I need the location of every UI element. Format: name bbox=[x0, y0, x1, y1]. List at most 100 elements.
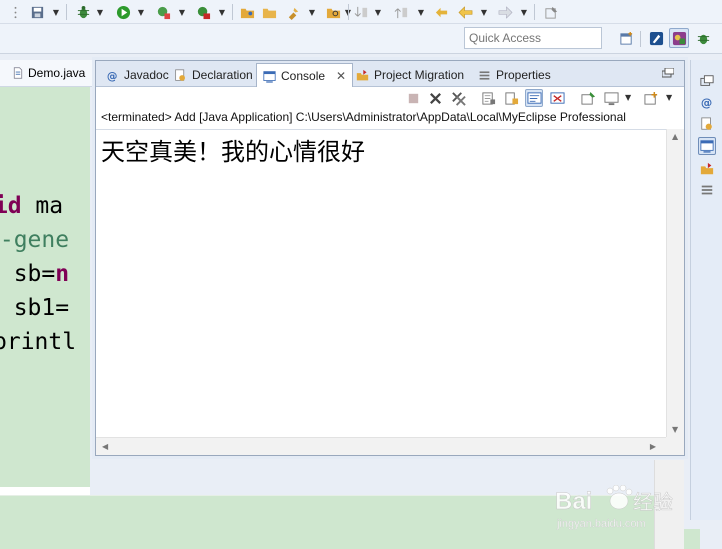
toolbar-separator bbox=[534, 4, 535, 20]
tab-declaration[interactable]: Declaration bbox=[168, 63, 259, 87]
console-toolbar: ▼ ▼ bbox=[96, 87, 684, 109]
tab-label: Properties bbox=[496, 68, 551, 82]
watermark-brand: Bai bbox=[555, 488, 592, 515]
code-line: oid ma bbox=[0, 189, 70, 223]
code-editor[interactable]: oid ma o-gene r sb=n r sb1= printl bbox=[0, 87, 90, 487]
debug-bug-icon[interactable] bbox=[74, 3, 92, 21]
prev-annotation-dropdown-icon[interactable]: ▼ bbox=[417, 6, 425, 18]
debug-perspective-icon[interactable] bbox=[693, 28, 713, 48]
close-tab-icon[interactable]: ✕ bbox=[336, 69, 346, 83]
console-output-text: 天空真美！我的心情很好 bbox=[101, 138, 365, 166]
back-dropdown-icon[interactable]: ▼ bbox=[480, 6, 488, 18]
code-line: printl bbox=[0, 325, 83, 359]
search-folder-icon[interactable] bbox=[324, 3, 342, 21]
scroll-left-icon[interactable]: ◀ bbox=[102, 442, 108, 451]
watermark-brand-cn: 经验 bbox=[633, 490, 673, 514]
view-tab-bar: @ Javadoc Declaration Console ✕ Project … bbox=[96, 61, 684, 88]
migration-icon bbox=[356, 69, 369, 80]
terminate-icon[interactable] bbox=[404, 89, 422, 107]
back-icon[interactable] bbox=[456, 3, 474, 21]
word-wrap-icon[interactable] bbox=[525, 89, 543, 107]
show-on-output-icon[interactable] bbox=[548, 89, 566, 107]
console-icon bbox=[263, 70, 276, 83]
console-vertical-scrollbar[interactable]: ▲ ▼ bbox=[666, 129, 684, 437]
quick-access-bar bbox=[0, 24, 722, 54]
console-output-area[interactable]: 天空真美！我的心情很好 bbox=[96, 129, 666, 437]
console-icon[interactable] bbox=[698, 137, 716, 155]
console-horizontal-scrollbar[interactable]: ◀ ▶ bbox=[96, 437, 666, 455]
scrollbar-corner bbox=[666, 437, 684, 455]
code-line: r sb=n bbox=[0, 257, 76, 291]
java-perspective-icon[interactable] bbox=[669, 28, 689, 48]
code-comment: o-gene bbox=[0, 227, 70, 253]
restore-view-icon[interactable] bbox=[698, 72, 716, 90]
editor-tab-demo-java[interactable]: Demo.java bbox=[0, 60, 92, 87]
tab-label: Javadoc bbox=[124, 68, 169, 82]
save-dropdown-icon[interactable]: ▼ bbox=[52, 6, 60, 18]
save-as-icon[interactable] bbox=[28, 3, 46, 21]
scroll-right-icon[interactable]: ▶ bbox=[650, 442, 656, 451]
coverage-dropdown-icon[interactable]: ▼ bbox=[178, 6, 186, 18]
right-trim-bar: @ bbox=[690, 60, 722, 520]
forward-icon[interactable] bbox=[496, 3, 514, 21]
forward-dropdown-icon[interactable]: ▼ bbox=[520, 6, 528, 18]
prev-annotation-icon[interactable] bbox=[392, 3, 410, 21]
toolbar-separator bbox=[348, 4, 349, 20]
remove-all-terminated-icon[interactable] bbox=[449, 89, 467, 107]
debug-dropdown-icon[interactable]: ▼ bbox=[96, 6, 104, 18]
grip-icon bbox=[6, 3, 24, 21]
baidu-jingyan-watermark: Bai 经验 jingyan.baidu.com bbox=[555, 485, 673, 530]
pin-console-icon[interactable] bbox=[579, 89, 597, 107]
code-text: r sb1= bbox=[0, 295, 70, 321]
run-icon[interactable] bbox=[114, 3, 132, 21]
minimize-view-icon[interactable] bbox=[662, 68, 674, 78]
clear-console-icon[interactable] bbox=[479, 89, 497, 107]
open-console-icon[interactable] bbox=[642, 89, 660, 107]
svg-text:@: @ bbox=[107, 70, 118, 81]
watermark-url: jingyan.baidu.com bbox=[556, 518, 646, 530]
run-dropdown-icon[interactable]: ▼ bbox=[137, 6, 145, 18]
code-text: r sb= bbox=[0, 261, 56, 287]
open-type-icon[interactable] bbox=[238, 3, 256, 21]
external-tools-dropdown-icon[interactable]: ▼ bbox=[218, 6, 226, 18]
last-edit-icon[interactable] bbox=[432, 3, 450, 21]
tab-javadoc[interactable]: @ Javadoc bbox=[100, 63, 175, 87]
main-toolbar: ▼ ▼ ▼ ▼ ▼ ▼ ▼ ▼ ▼ ▼ ▼ bbox=[0, 0, 722, 24]
javadoc-icon[interactable]: @ bbox=[698, 93, 716, 111]
tab-console[interactable]: Console ✕ bbox=[256, 63, 354, 88]
toolbar-separator bbox=[66, 4, 67, 20]
declaration-icon[interactable] bbox=[698, 115, 716, 133]
scroll-down-icon[interactable]: ▼ bbox=[672, 425, 678, 434]
remove-launch-icon[interactable] bbox=[426, 89, 444, 107]
open-console-dropdown-icon[interactable]: ▼ bbox=[666, 93, 672, 102]
pin-icon[interactable] bbox=[284, 3, 302, 21]
properties-icon[interactable] bbox=[698, 181, 716, 199]
editor-tab-label: Demo.java bbox=[28, 66, 86, 80]
paw-logo-icon bbox=[606, 485, 633, 510]
tab-project-migration[interactable]: Project Migration bbox=[350, 63, 470, 87]
next-annotation-icon[interactable] bbox=[352, 3, 370, 21]
console-view-panel: @ Javadoc Declaration Console ✕ Project … bbox=[95, 60, 685, 456]
javadoc-icon: @ bbox=[107, 70, 118, 81]
myeclipse-perspective-icon[interactable] bbox=[646, 28, 666, 48]
migration-icon[interactable] bbox=[698, 160, 716, 178]
scroll-lock-icon[interactable] bbox=[502, 89, 520, 107]
open-perspective-icon[interactable] bbox=[616, 28, 636, 48]
toolbar-separator bbox=[232, 4, 233, 20]
java-file-icon bbox=[13, 67, 23, 79]
pin-dropdown-icon[interactable]: ▼ bbox=[308, 6, 316, 18]
open-folder-icon[interactable] bbox=[260, 3, 278, 21]
pin-editor-icon[interactable] bbox=[542, 3, 560, 21]
external-tools-icon[interactable] bbox=[194, 3, 212, 21]
scroll-up-icon[interactable]: ▲ bbox=[672, 132, 678, 141]
tab-label: Declaration bbox=[192, 68, 253, 82]
svg-text:@: @ bbox=[701, 95, 712, 109]
tab-label: Project Migration bbox=[374, 68, 465, 82]
next-annotation-dropdown-icon[interactable]: ▼ bbox=[374, 6, 382, 18]
display-console-dropdown-icon[interactable]: ▼ bbox=[625, 93, 631, 102]
display-console-icon[interactable] bbox=[602, 89, 620, 107]
tab-properties[interactable]: Properties bbox=[472, 63, 557, 87]
coverage-icon[interactable] bbox=[154, 3, 172, 21]
toolbar-separator bbox=[640, 31, 641, 47]
quick-access-input[interactable] bbox=[464, 27, 602, 49]
